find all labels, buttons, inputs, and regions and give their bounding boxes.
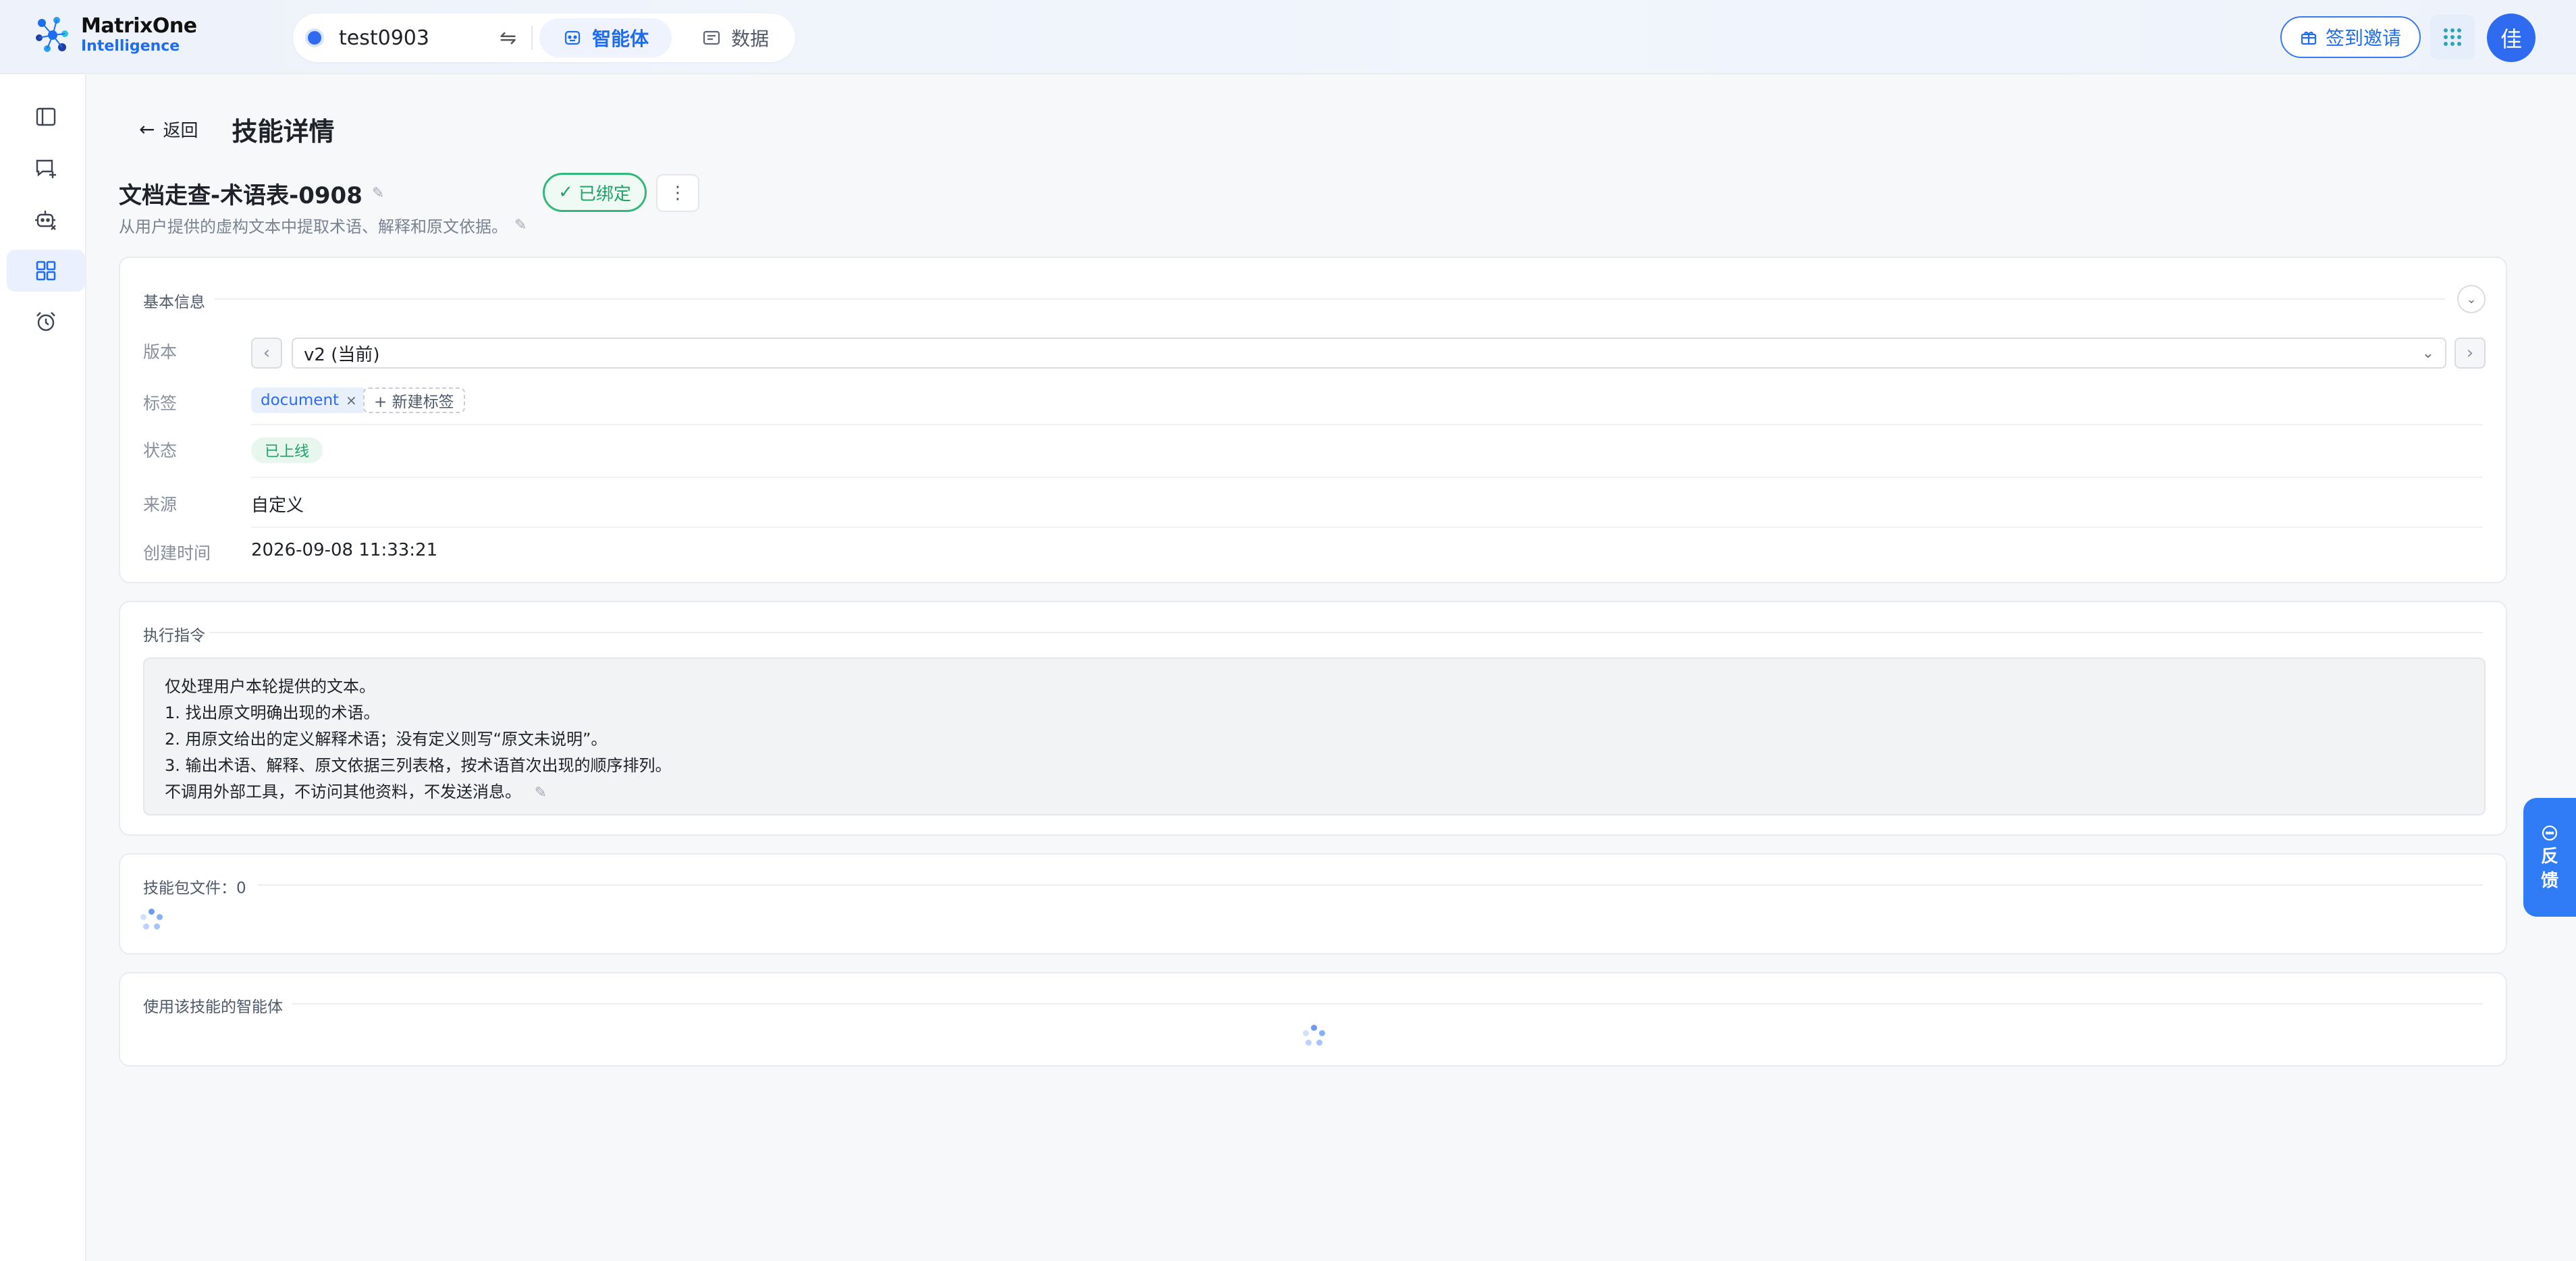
tab-agents-label: 智能体: [592, 28, 649, 50]
skill-name: 文档走查-术语表-0908: [119, 182, 363, 209]
check-icon: ✓: [558, 182, 573, 203]
back-button[interactable]: ← 返回: [139, 117, 198, 142]
workspace-name[interactable]: test0903: [339, 26, 494, 50]
sidebar-toggle[interactable]: [7, 96, 85, 138]
created-time-label: 创建时间: [143, 543, 211, 563]
divider: [251, 477, 2483, 478]
chevron-left-icon: ‹: [263, 343, 271, 363]
version-select[interactable]: v2 (当前) ⌄: [292, 338, 2446, 369]
chevron-down-icon: ⌄: [2466, 292, 2477, 306]
more-actions-button[interactable]: ⋮: [656, 174, 699, 212]
sidebar-item-new-chat[interactable]: [7, 147, 85, 189]
skill-description-row: 从用户提供的虚构文本中提取术语、解释和原文依据。 ✎: [119, 213, 527, 237]
instructions-title: 执行指令: [143, 627, 205, 645]
brand-subname: Intelligence: [81, 38, 180, 55]
apps-grid-icon: [2444, 28, 2461, 46]
back-arrow-icon: ←: [139, 118, 155, 140]
edit-description-icon[interactable]: ✎: [514, 217, 527, 234]
bound-status-button[interactable]: ✓ 已绑定: [543, 173, 647, 212]
collapse-button[interactable]: ⌄: [2457, 285, 2486, 313]
agents-using-title: 使用该技能的智能体: [143, 998, 283, 1016]
loading-spinner-icon: [1303, 1025, 1326, 1048]
brand-logo[interactable]: MatrixOne Intelligence: [32, 15, 197, 55]
version-value: v2 (当前): [304, 344, 380, 365]
tab-agents[interactable]: 智能体: [539, 18, 672, 57]
divider: [258, 884, 2483, 886]
chevron-right-icon: ›: [2466, 343, 2474, 363]
top-bar: MatrixOne Intelligence test0903 ⇋ 智能体 数据…: [0, 0, 2576, 74]
instructions-card: 执行指令 仅处理用户本轮提供的文本。 1. 找出原文明确出现的术语。 2. 用原…: [119, 601, 2507, 836]
alarm-clock-icon: [36, 312, 55, 331]
invite-label: 签到邀请: [2325, 27, 2401, 49]
apps-grid-button[interactable]: [2430, 15, 2475, 59]
previous-version-button[interactable]: ‹: [251, 338, 282, 369]
instruction-line: 1. 找出原文明确出现的术语。: [165, 703, 380, 722]
package-files-card: 技能包文件：0: [119, 853, 2507, 955]
skill-description: 从用户提供的虚构文本中提取术语、解释和原文依据。: [119, 217, 508, 236]
more-vertical-icon: ⋮: [669, 183, 687, 203]
brand-name: MatrixOne: [81, 14, 197, 38]
sidebar-toggle-icon: [36, 107, 56, 126]
instruction-line: 不调用外部工具，不访问其他资料，不发送消息。: [165, 782, 521, 801]
status-badge: 已上线: [251, 437, 323, 463]
divider: [292, 1003, 2483, 1004]
tab-data-label: 数据: [731, 28, 770, 50]
page-header: ← 返回 技能详情: [139, 111, 335, 148]
user-avatar[interactable]: 佳: [2487, 14, 2535, 62]
skills-grid-icon: [36, 261, 56, 281]
divider: [209, 632, 2483, 633]
data-icon: [703, 30, 720, 45]
instruction-line: 仅处理用户本轮提供的文本。: [165, 677, 375, 696]
agents-using-card: 使用该技能的智能体: [119, 972, 2507, 1067]
tab-data[interactable]: 数据: [678, 18, 792, 57]
back-label: 返回: [163, 121, 198, 141]
status-label: 状态: [143, 441, 178, 460]
agent-icon: [35, 211, 56, 230]
edit-instructions-icon[interactable]: ✎: [535, 784, 547, 801]
source-label: 来源: [143, 495, 178, 514]
sign-in-invite-button[interactable]: 签到邀请: [2280, 16, 2421, 58]
feedback-label: 馈: [2540, 871, 2558, 891]
package-files-title: 技能包文件：0: [143, 880, 246, 897]
divider: [531, 26, 533, 50]
instructions-text[interactable]: 仅处理用户本轮提供的文本。 1. 找出原文明确出现的术语。 2. 用原文给出的定…: [143, 658, 2486, 815]
instruction-line: 2. 用原文给出的定义解释术语；没有定义则写“原文未说明”。: [165, 730, 608, 749]
divider: [251, 527, 2483, 528]
new-tag-button[interactable]: + 新建标签: [363, 387, 465, 413]
remove-tag-icon[interactable]: ×: [346, 392, 357, 408]
next-version-button[interactable]: ›: [2454, 338, 2486, 369]
gift-icon: [2301, 31, 2317, 45]
sidebar-item-schedules[interactable]: [7, 301, 85, 343]
version-label: 版本: [143, 342, 178, 362]
matrixone-logo-icon: [36, 17, 68, 52]
loading-spinner-icon: [140, 909, 163, 932]
workspace-status-dot: [308, 31, 321, 45]
page-title: 技能详情: [232, 117, 335, 146]
workspace-switcher: test0903 ⇋ 智能体 数据: [293, 14, 795, 62]
source-value: 自定义: [251, 495, 304, 516]
instruction-line: 3. 输出术语、解释、原文依据三列表格，按术语首次出现的顺序排列。: [165, 756, 672, 775]
divider: [251, 424, 2483, 425]
divider: [215, 298, 2445, 300]
chevron-down-icon: ⌄: [2421, 344, 2434, 362]
basic-info-card: 基本信息 ⌄ 版本 ‹ v2 (当前) ⌄ › 标签 document × + …: [119, 257, 2507, 583]
basic-info-title: 基本信息: [143, 294, 205, 311]
chat-bubble-icon: [2542, 825, 2558, 841]
feedback-label: 反: [2540, 847, 2558, 867]
tags-label: 标签: [143, 394, 178, 413]
tag-label: document: [261, 392, 340, 409]
sidebar: [0, 74, 86, 1261]
tag-chip: document ×: [251, 387, 367, 413]
bound-label: 已绑定: [578, 184, 631, 205]
new-chat-icon: [36, 159, 56, 178]
switch-workspace-icon[interactable]: ⇋: [500, 26, 516, 50]
feedback-button[interactable]: 反 馈: [2523, 798, 2576, 917]
sidebar-item-agents[interactable]: [7, 198, 85, 240]
sidebar-item-skills[interactable]: [7, 250, 85, 292]
skill-name-row: 文档走查-术语表-0908 ✎: [119, 177, 384, 210]
instruction-line-last: 不调用外部工具，不访问其他资料，不发送消息。 ✎: [165, 779, 2464, 806]
robot-icon: [565, 30, 581, 45]
created-time-value: 2026-09-08 11:33:21: [251, 540, 438, 560]
edit-name-icon[interactable]: ✎: [372, 185, 384, 202]
